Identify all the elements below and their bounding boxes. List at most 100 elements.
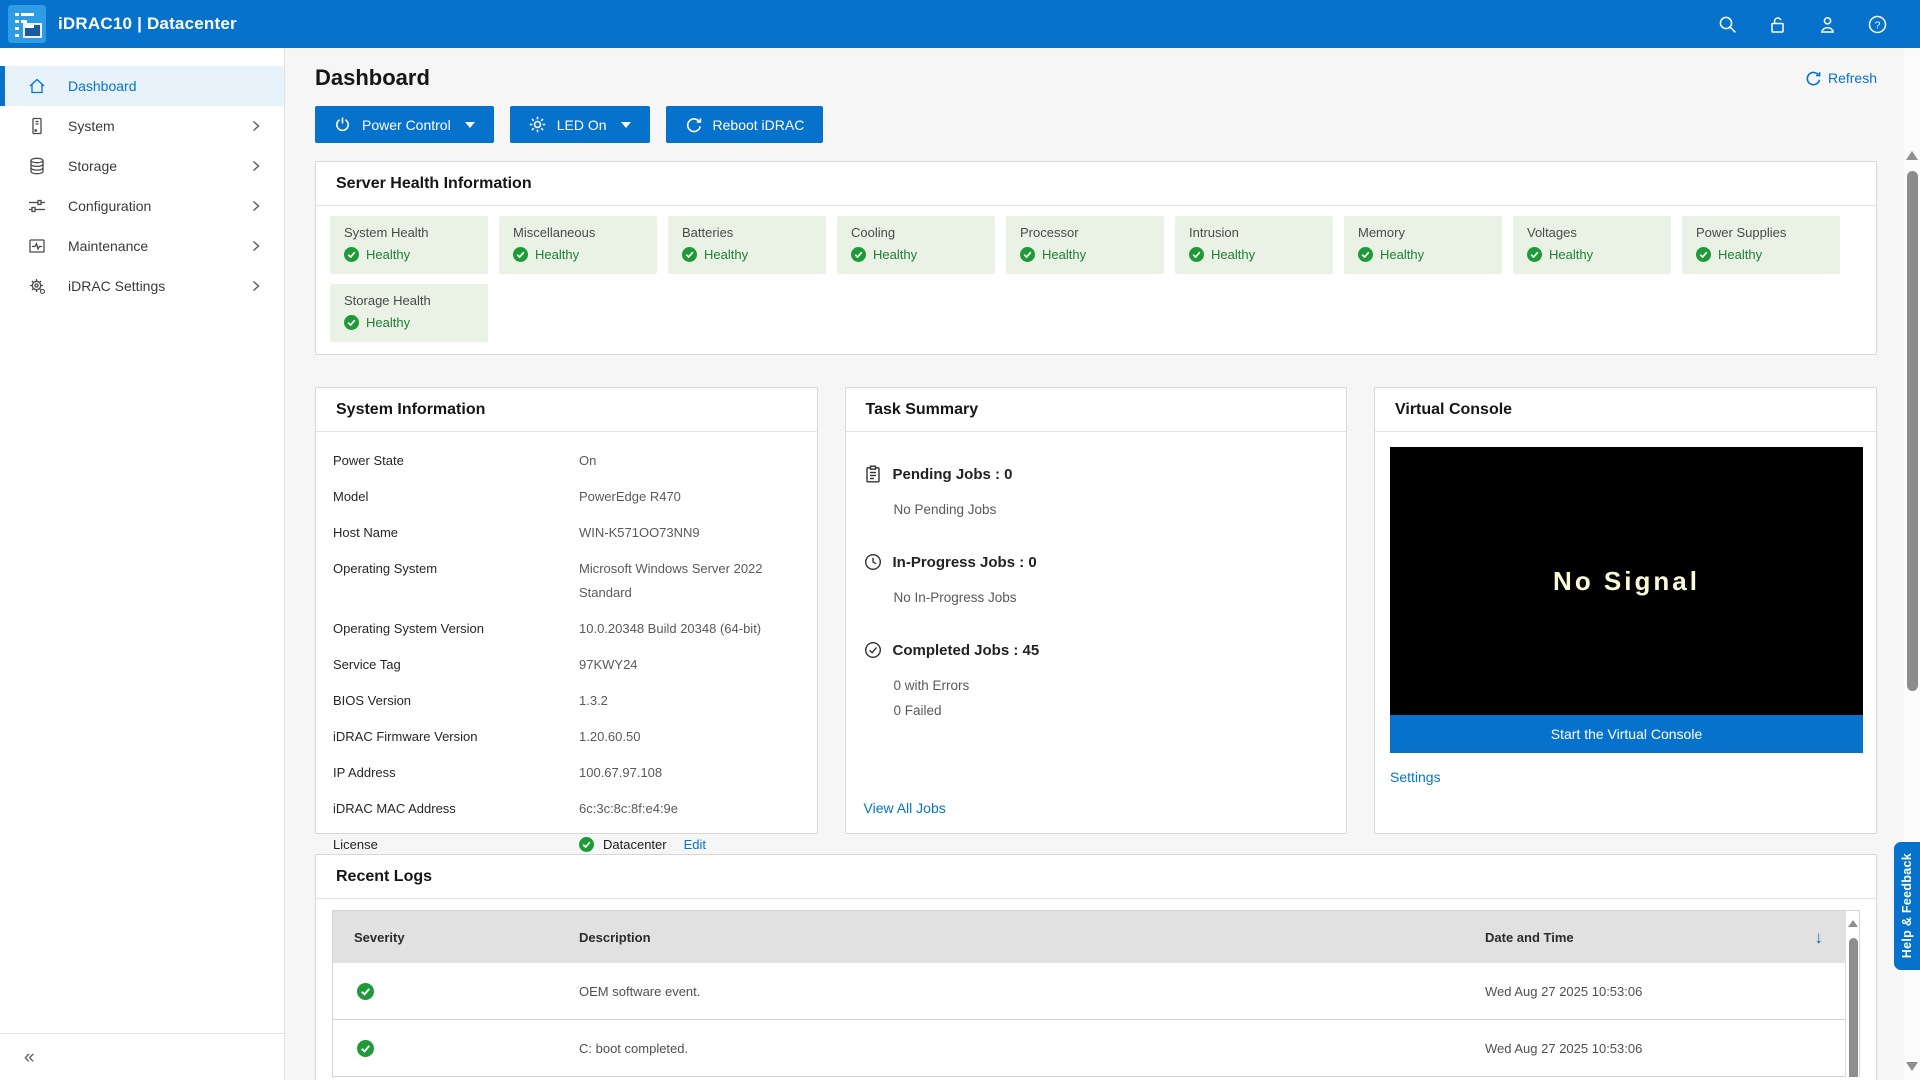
reboot-idrac-button[interactable]: Reboot iDRAC — [666, 106, 824, 143]
page-scrollbar-thumb[interactable] — [1907, 171, 1918, 691]
sidebar-item-configuration[interactable]: Configuration — [0, 186, 284, 226]
health-tile-batteries: Batteries Healthy — [668, 216, 826, 274]
server-health-panel: Server Health Information System Health … — [315, 161, 1877, 355]
sidebar-item-label: Configuration — [68, 198, 151, 214]
log-description: OEM software event. — [558, 984, 1464, 999]
sidebar-item-label: Storage — [68, 158, 117, 174]
completed-errors-text: 0 with Errors — [894, 678, 1329, 693]
table-scrollbar-thumb[interactable] — [1849, 938, 1858, 1077]
view-all-jobs-link[interactable]: View All Jobs — [864, 800, 946, 816]
healthy-check-icon — [344, 315, 359, 330]
virtual-console-panel: Virtual Console No Signal Start the Virt… — [1374, 387, 1877, 834]
scroll-up-icon[interactable] — [1848, 920, 1858, 927]
table-header-row: Severity Description Date and Time ↓ — [333, 911, 1859, 963]
health-tile-miscellaneous: Miscellaneous Healthy — [499, 216, 657, 274]
scroll-up-icon[interactable] — [1906, 151, 1918, 160]
healthy-check-icon — [682, 247, 697, 262]
column-header-severity[interactable]: Severity — [333, 930, 558, 945]
table-row: C: boot completed. Wed Aug 27 2025 10:53… — [333, 1020, 1859, 1077]
table-scrollbar[interactable] — [1845, 911, 1859, 1077]
system-information-title: System Information — [316, 388, 817, 432]
top-bar: iDRAC10 | Datacenter ? — [0, 0, 1920, 48]
info-row: ModelPowerEdge R470 — [333, 481, 800, 517]
server-icon — [27, 116, 47, 136]
healthy-check-icon — [1696, 247, 1711, 262]
info-row: iDRAC Firmware Version1.20.60.50 — [333, 721, 800, 757]
system-information-panel: System Information Power StateOn ModelPo… — [315, 387, 818, 834]
info-row: Operating System Version10.0.20348 Build… — [333, 613, 800, 649]
scroll-down-icon[interactable] — [1906, 1062, 1918, 1071]
severity-ok-icon — [357, 1040, 374, 1057]
brightness-icon — [529, 116, 546, 133]
chevron-right-icon — [250, 120, 262, 132]
database-icon — [27, 156, 47, 176]
home-icon — [27, 76, 47, 96]
table-row: OEM software event. Wed Aug 27 2025 10:5… — [333, 963, 1859, 1020]
recent-logs-panel: Recent Logs Severity Description Date an… — [315, 854, 1877, 1080]
info-row: iDRAC MAC Address6c:3c:8c:8f:e4:9e — [333, 793, 800, 829]
refresh-button[interactable]: Refresh — [1805, 70, 1877, 86]
chevron-right-icon — [250, 200, 262, 212]
sidebar-footer: « — [0, 1033, 284, 1080]
healthy-check-icon — [851, 247, 866, 262]
health-tile-intrusion: Intrusion Healthy — [1175, 216, 1333, 274]
user-icon[interactable] — [1817, 14, 1838, 35]
edit-license-link[interactable]: Edit — [684, 837, 706, 853]
sidebar-item-label: System — [68, 118, 115, 134]
info-row: Power StateOn — [333, 445, 800, 481]
clock-icon — [864, 553, 882, 571]
sidebar-collapse-icon[interactable]: « — [24, 1048, 35, 1067]
sort-descending-icon[interactable]: ↓ — [1815, 929, 1824, 946]
sidebar-item-idrac-settings[interactable]: iDRAC Settings — [0, 266, 284, 306]
svg-text:?: ? — [1875, 19, 1881, 31]
healthy-check-icon — [1189, 247, 1204, 262]
health-tile-processor: Processor Healthy — [1006, 216, 1164, 274]
unlock-icon[interactable] — [1767, 14, 1788, 35]
search-icon[interactable] — [1717, 14, 1738, 35]
health-tile-system-health: System Health Healthy — [330, 216, 488, 274]
power-control-button[interactable]: Power Control — [315, 106, 494, 143]
led-button[interactable]: LED On — [510, 106, 650, 143]
virtual-console-screen: No Signal — [1390, 447, 1863, 715]
license-row: License Datacenter Edit — [333, 829, 800, 861]
info-row: Service Tag97KWY24 — [333, 649, 800, 685]
column-header-date-time[interactable]: Date and Time ↓ — [1464, 929, 1845, 946]
help-icon[interactable]: ? — [1867, 14, 1888, 35]
info-row: Host NameWIN-K571OO73NN9 — [333, 517, 800, 553]
column-header-description[interactable]: Description — [558, 930, 1464, 945]
log-datetime: Wed Aug 27 2025 10:53:06 — [1464, 1041, 1845, 1056]
virtual-console-title: Virtual Console — [1375, 388, 1876, 432]
gear-icon — [27, 276, 47, 296]
refresh-icon — [1805, 70, 1821, 86]
recent-logs-table: Severity Description Date and Time ↓ OEM… — [332, 910, 1860, 1077]
start-virtual-console-button[interactable]: Start the Virtual Console — [1390, 715, 1863, 753]
sidebar: Dashboard System Storage Configuration — [0, 48, 285, 1080]
completed-jobs-heading: Completed Jobs : 45 — [864, 641, 1329, 659]
virtual-console-settings-link[interactable]: Settings — [1390, 769, 1441, 785]
sidebar-item-dashboard[interactable]: Dashboard — [0, 66, 284, 106]
sliders-icon — [27, 196, 47, 216]
chart-pulse-icon — [27, 236, 47, 256]
sidebar-item-label: Maintenance — [68, 238, 148, 254]
health-tile-memory: Memory Healthy — [1344, 216, 1502, 274]
info-row: BIOS Version1.3.2 — [333, 685, 800, 721]
help-feedback-tab[interactable]: Help & Feedback — [1894, 842, 1920, 970]
caret-down-icon — [621, 122, 631, 128]
pending-jobs-heading: Pending Jobs : 0 — [864, 465, 1329, 483]
sidebar-item-maintenance[interactable]: Maintenance — [0, 226, 284, 266]
sidebar-item-system[interactable]: System — [0, 106, 284, 146]
health-tile-storage-health: Storage Health Healthy — [330, 284, 488, 342]
check-circle-icon — [864, 641, 882, 659]
sidebar-item-storage[interactable]: Storage — [0, 146, 284, 186]
license-check-icon — [579, 837, 594, 852]
main-content: Dashboard Refresh Power Control LED On R… — [285, 48, 1904, 1080]
in-progress-jobs-heading: In-Progress Jobs : 0 — [864, 553, 1329, 571]
no-in-progress-jobs-text: No In-Progress Jobs — [894, 590, 1329, 605]
healthy-check-icon — [513, 247, 528, 262]
health-tile-power-supplies: Power Supplies Healthy — [1682, 216, 1840, 274]
task-summary-title: Task Summary — [846, 388, 1347, 432]
caret-down-icon — [465, 122, 475, 128]
info-row: IP Address100.67.97.108 — [333, 757, 800, 793]
healthy-check-icon — [1020, 247, 1035, 262]
sidebar-item-label: iDRAC Settings — [68, 278, 165, 294]
